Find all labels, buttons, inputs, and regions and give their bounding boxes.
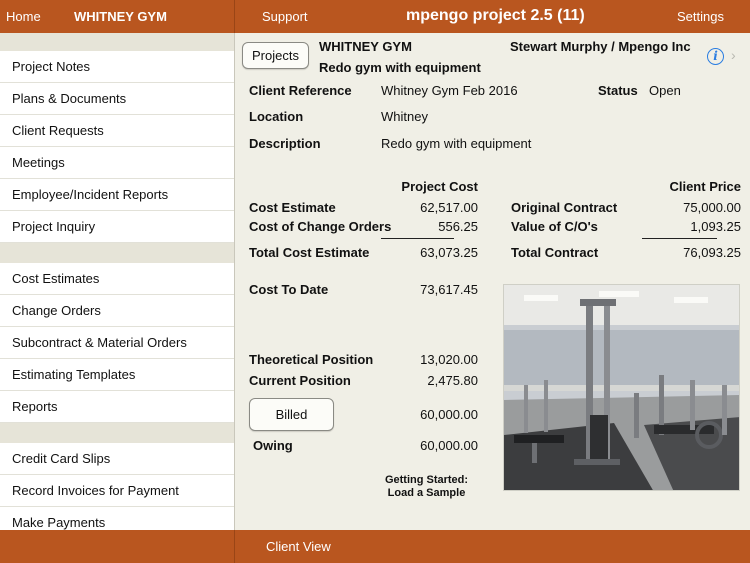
status-label: Status xyxy=(598,83,638,98)
sidebar-section-gap xyxy=(0,423,234,443)
sidebar-item-reports[interactable]: Reports xyxy=(0,391,234,423)
owing-value: 60,000.00 xyxy=(420,438,478,453)
getting-started-link[interactable]: Getting Started: Load a Sample xyxy=(375,474,478,500)
sidebar-item-project-notes[interactable]: Project Notes xyxy=(0,51,234,83)
client-reference-value: Whitney Gym Feb 2016 xyxy=(381,83,518,98)
sidebar-item-make-payments[interactable]: Make Payments xyxy=(0,507,234,530)
subtotal-rule xyxy=(642,238,717,239)
change-orders-label: Cost of Change Orders xyxy=(249,219,392,234)
billed-button[interactable]: Billed xyxy=(249,398,334,431)
project-cost-header: Project Cost xyxy=(401,179,478,194)
sidebar: Project Notes Plans & Documents Client R… xyxy=(0,33,235,530)
support-button[interactable]: Support xyxy=(262,9,308,24)
billed-value: 60,000.00 xyxy=(420,407,478,422)
sidebar-item-plans-documents[interactable]: Plans & Documents xyxy=(0,83,234,115)
total-contract-label: Total Contract xyxy=(511,245,599,260)
bottombar-divider xyxy=(234,530,235,563)
project-photo[interactable] xyxy=(503,284,740,491)
sidebar-item-credit-card-slips[interactable]: Credit Card Slips xyxy=(0,443,234,475)
status-value: Open xyxy=(649,83,681,98)
original-contract-value: 75,000.00 xyxy=(683,200,741,215)
cost-to-date-label: Cost To Date xyxy=(249,282,329,297)
sidebar-item-subcontract-material-orders[interactable]: Subcontract & Material Orders xyxy=(0,327,234,359)
sidebar-item-meetings[interactable]: Meetings xyxy=(0,147,234,179)
client-price-header: Client Price xyxy=(669,179,741,194)
getting-started-line: Getting Started: xyxy=(384,474,469,486)
bottom-bar: Client View xyxy=(0,530,750,563)
sidebar-item-client-requests[interactable]: Client Requests xyxy=(0,115,234,147)
original-contract-label: Original Contract xyxy=(511,200,618,215)
cost-estimate-label: Cost Estimate xyxy=(249,200,336,215)
subtotal-rule xyxy=(381,238,454,239)
owing-label: Owing xyxy=(253,438,293,453)
location-value: Whitney xyxy=(381,109,428,124)
sidebar-item-change-orders[interactable]: Change Orders xyxy=(0,295,234,327)
sidebar-section-gap xyxy=(0,33,234,51)
value-co-label: Value of C/O's xyxy=(511,219,598,234)
app-title: mpengo project 2.5 (11) xyxy=(406,7,585,24)
sidebar-item-cost-estimates[interactable]: Cost Estimates xyxy=(0,263,234,295)
sidebar-item-estimating-templates[interactable]: Estimating Templates xyxy=(0,359,234,391)
cost-to-date-value: 73,617.45 xyxy=(420,282,478,297)
cost-estimate-value: 62,517.00 xyxy=(420,200,478,215)
theoretical-position-value: 13,020.00 xyxy=(420,352,478,367)
location-label: Location xyxy=(249,109,304,124)
client-reference-label: Client Reference xyxy=(249,83,352,98)
topbar-divider xyxy=(234,0,235,33)
project-detail-panel: Projects WHITNEY GYM Stewart Murphy / Mp… xyxy=(235,33,750,530)
current-position-value: 2,475.80 xyxy=(427,373,478,388)
description-label: Description xyxy=(249,136,321,151)
current-position-label: Current Position xyxy=(249,373,351,388)
project-name: WHITNEY GYM xyxy=(319,39,412,54)
theoretical-position-label: Theoretical Position xyxy=(249,352,374,367)
chevron-right-icon[interactable]: › xyxy=(731,47,736,63)
current-project-label: WHITNEY GYM xyxy=(74,9,167,24)
settings-button[interactable]: Settings xyxy=(677,9,724,24)
value-co-value: 1,093.25 xyxy=(690,219,741,234)
change-orders-value: 556.25 xyxy=(438,219,478,234)
load-sample-line: Load a Sample xyxy=(387,487,466,499)
description-value: Redo gym with equipment xyxy=(381,136,532,151)
project-subtitle: Redo gym with equipment xyxy=(319,60,481,75)
client-name: Stewart Murphy / Mpengo Inc xyxy=(510,39,691,54)
total-contract-value: 76,093.25 xyxy=(683,245,741,260)
total-cost-label: Total Cost Estimate xyxy=(249,245,370,260)
gym-photo-illustration xyxy=(504,285,739,490)
sidebar-item-employee-incident-reports[interactable]: Employee/Incident Reports xyxy=(0,179,234,211)
sidebar-item-record-invoices[interactable]: Record Invoices for Payment xyxy=(0,475,234,507)
info-icon[interactable]: i xyxy=(707,48,724,65)
total-cost-value: 63,073.25 xyxy=(420,245,478,260)
home-button[interactable]: Home xyxy=(6,9,41,24)
projects-button[interactable]: Projects xyxy=(242,42,309,69)
sidebar-item-project-inquiry[interactable]: Project Inquiry xyxy=(0,211,234,243)
client-view-button[interactable]: Client View xyxy=(266,539,331,554)
top-bar: Home WHITNEY GYM Support mpengo project … xyxy=(0,0,750,33)
sidebar-section-gap xyxy=(0,243,234,263)
